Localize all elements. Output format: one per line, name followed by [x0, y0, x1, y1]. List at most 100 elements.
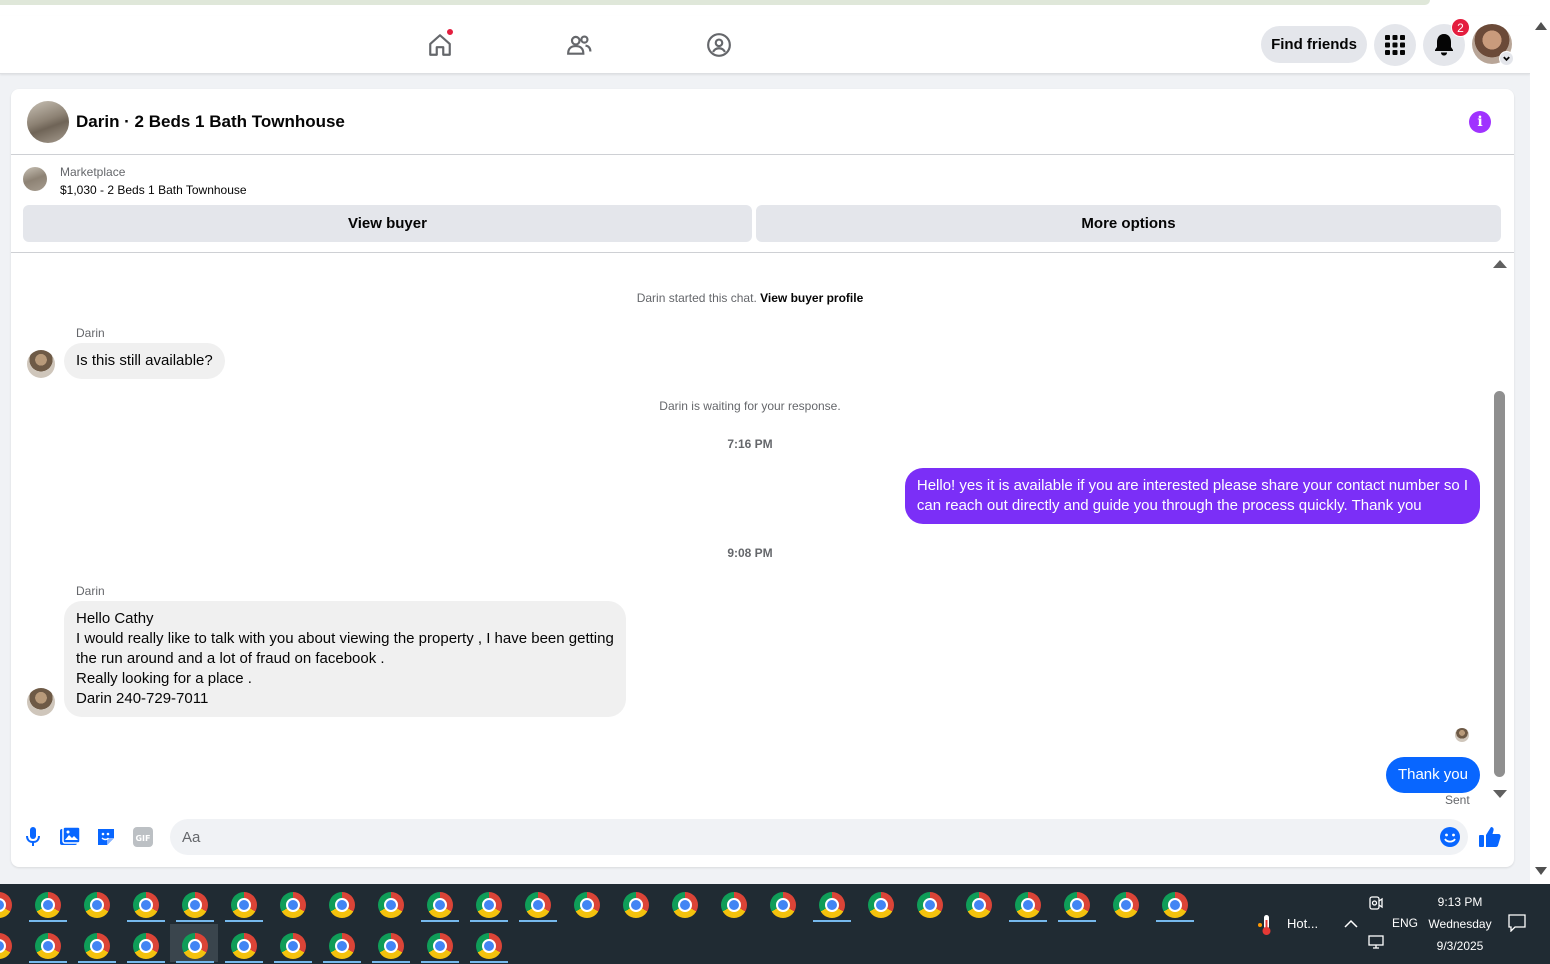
view-buyer-profile-link[interactable]: View buyer profile	[760, 291, 863, 305]
meet-now-button[interactable]	[1368, 895, 1384, 916]
groups-nav-button[interactable]	[699, 28, 739, 62]
chrome-taskbar-icon[interactable]	[525, 892, 551, 918]
image-icon	[60, 827, 80, 845]
chrome-taskbar-icon[interactable]	[231, 892, 257, 918]
chrome-taskbar-icon[interactable]	[721, 892, 747, 918]
sticker-button[interactable]	[94, 825, 118, 849]
chrome-taskbar-icon[interactable]	[133, 892, 159, 918]
friends-icon	[567, 35, 592, 55]
chrome-taskbar-icon[interactable]	[329, 892, 355, 918]
waiting-notice: Darin is waiting for your response.	[659, 399, 841, 413]
chrome-taskbar-icon[interactable]	[966, 892, 992, 918]
chrome-taskbar-icon[interactable]	[476, 892, 502, 918]
chrome-taskbar-icon[interactable]	[1064, 892, 1090, 918]
emoji-icon	[1440, 827, 1460, 847]
chrome-taskbar-icon[interactable]	[0, 892, 12, 918]
listing-name[interactable]: $1,030 - 2 Beds 1 Bath Townhouse	[60, 183, 247, 197]
message-text-line: Hello Cathy	[76, 610, 154, 627]
chrome-taskbar-icon[interactable]	[378, 892, 404, 918]
gif-button[interactable]: GIF	[131, 825, 155, 849]
message-text-line: I would really like to talk with you abo…	[76, 630, 614, 647]
timestamp: 7:16 PM	[727, 437, 773, 451]
chrome-taskbar-icon[interactable]	[672, 892, 698, 918]
chrome-taskbar-icon[interactable]	[0, 933, 12, 959]
like-button[interactable]	[1478, 825, 1502, 849]
chrome-taskbar-icon[interactable]	[378, 933, 404, 959]
home-nav-button[interactable]	[420, 28, 460, 62]
taskbar-running-indicator	[176, 920, 214, 922]
network-button[interactable]	[1368, 934, 1384, 955]
message-scrollbar[interactable]	[1492, 254, 1508, 809]
chrome-taskbar-icon[interactable]	[280, 892, 306, 918]
taskbar-running-indicator	[372, 961, 410, 963]
page-scroll-down-arrow[interactable]	[1535, 867, 1547, 875]
clock-button[interactable]: 9:13 PM Wednesday 9/3/2025	[1425, 894, 1495, 956]
incoming-message[interactable]: Hello Cathy I would really like to talk …	[64, 601, 626, 717]
chrome-taskbar-icon[interactable]	[1162, 892, 1188, 918]
chrome-taskbar-icon[interactable]	[770, 892, 796, 918]
account-chevron-button[interactable]	[1499, 51, 1514, 66]
chrome-taskbar-icon[interactable]	[623, 892, 649, 918]
listing-thumbnail[interactable]	[23, 167, 47, 191]
action-center-button[interactable]	[1508, 914, 1526, 937]
chrome-taskbar-icon[interactable]	[182, 933, 208, 959]
input-language[interactable]: ENG	[1392, 916, 1418, 930]
view-buyer-button[interactable]: View buyer	[23, 205, 752, 242]
buyer-avatar[interactable]	[27, 688, 55, 716]
chrome-taskbar-icon[interactable]	[917, 892, 943, 918]
outgoing-message[interactable]: Hello! yes it is available if you are in…	[904, 468, 1480, 524]
chrome-taskbar-icon[interactable]	[868, 892, 894, 918]
find-friends-button[interactable]: Find friends	[1261, 26, 1367, 63]
scroll-down-arrow[interactable]	[1493, 790, 1507, 798]
weather-widget[interactable]	[1257, 914, 1275, 936]
emoji-button[interactable]	[1438, 825, 1462, 849]
taskbar-running-indicator	[176, 961, 214, 963]
scroll-thumb[interactable]	[1494, 391, 1505, 777]
chrome-taskbar-icon[interactable]	[819, 892, 845, 918]
chrome-taskbar-icon[interactable]	[35, 892, 61, 918]
grid-menu-icon	[1385, 35, 1405, 55]
menu-button[interactable]	[1374, 24, 1416, 66]
chrome-taskbar-icon[interactable]	[427, 892, 453, 918]
chat-started-text: Darin started this chat.	[636, 291, 757, 305]
chrome-taskbar-icon[interactable]	[1015, 892, 1041, 918]
taskbar-running-indicator	[1156, 920, 1194, 922]
tray-overflow-button[interactable]	[1344, 916, 1358, 934]
chrome-taskbar-icon[interactable]	[182, 892, 208, 918]
chrome-taskbar-icon[interactable]	[476, 933, 502, 959]
scroll-up-arrow[interactable]	[1493, 260, 1507, 268]
outgoing-message[interactable]: Thank you	[1385, 757, 1480, 793]
info-button[interactable]: i	[1469, 111, 1491, 133]
message-input[interactable]	[170, 819, 1468, 855]
incoming-message[interactable]: Is this still available?	[64, 343, 225, 379]
page-scroll-up-arrow[interactable]	[1535, 22, 1547, 30]
chrome-taskbar-icon[interactable]	[231, 933, 257, 959]
chat-avatar[interactable]	[27, 101, 69, 143]
friends-nav-button[interactable]	[559, 28, 599, 62]
chrome-taskbar-icon[interactable]	[84, 892, 110, 918]
clock-date: 9/3/2025	[1436, 939, 1484, 953]
taskbar-running-indicator	[1058, 920, 1096, 922]
chrome-taskbar-icon[interactable]	[133, 933, 159, 959]
chrome-taskbar-icon[interactable]	[329, 933, 355, 959]
chrome-taskbar-icon[interactable]	[280, 933, 306, 959]
chevron-down-icon	[1503, 56, 1510, 62]
message-list: Darin started this chat. View buyer prof…	[11, 254, 1514, 814]
chat-title[interactable]: Darin · 2 Beds 1 Bath Townhouse	[76, 112, 345, 132]
taskbar-running-indicator	[274, 961, 312, 963]
voice-clip-button[interactable]	[21, 825, 45, 849]
chrome-taskbar-icon[interactable]	[1113, 892, 1139, 918]
network-icon	[1368, 935, 1384, 949]
chrome-taskbar-icon[interactable]	[35, 933, 61, 959]
more-options-button[interactable]: More options	[756, 205, 1501, 242]
attach-media-button[interactable]	[58, 825, 82, 849]
taskbar-running-indicator	[225, 961, 263, 963]
taskbar-running-indicator	[225, 920, 263, 922]
weather-text[interactable]: Hot...	[1287, 916, 1318, 931]
chrome-taskbar-icon[interactable]	[574, 892, 600, 918]
page-scrollbar[interactable]	[1530, 16, 1550, 884]
chrome-taskbar-icon[interactable]	[84, 933, 110, 959]
chrome-taskbar-icon[interactable]	[427, 933, 453, 959]
windows-taskbar: Hot... ENG 9:13 PM Wednesday 9/3/2025	[0, 884, 1550, 964]
buyer-avatar[interactable]	[27, 350, 55, 378]
